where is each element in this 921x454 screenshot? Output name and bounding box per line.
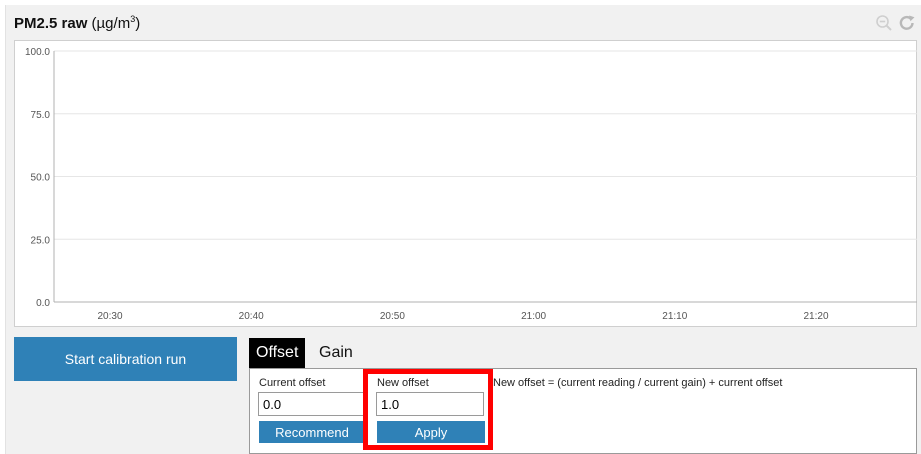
x-tick-label: 20:50 [380, 311, 405, 322]
zoom-out-icon[interactable] [875, 14, 893, 32]
start-calibration-button[interactable]: Start calibration run [14, 337, 237, 381]
chart-title: PM2.5 raw (µg/m3) [14, 14, 141, 33]
new-offset-input[interactable] [376, 392, 484, 416]
chart-area: 0.0 25.0 50.0 75.0 100.0 20:30 20:40 20:50 21:0… [14, 40, 917, 327]
x-tick-label: 21:00 [521, 311, 546, 322]
current-offset-input[interactable] [258, 392, 364, 416]
offset-panel: Current offset Recommend New offset Appl… [249, 368, 917, 454]
y-tick-label: 0.0 [36, 298, 50, 309]
y-tick-label: 25.0 [31, 235, 51, 246]
recommend-button[interactable]: Recommend [259, 421, 365, 443]
apply-button[interactable]: Apply [377, 421, 485, 443]
new-offset-label: New offset [377, 377, 429, 389]
offset-formula-text: New offset = (current reading / current … [493, 377, 783, 389]
y-tick-label: 50.0 [31, 173, 51, 184]
tab-gain[interactable]: Gain [312, 338, 360, 368]
x-tick-label: 21:10 [662, 311, 687, 322]
y-tick-label: 75.0 [31, 110, 51, 121]
pm25-chart: 0.0 25.0 50.0 75.0 100.0 20:30 20:40 20:50 21:0… [25, 47, 917, 322]
x-tick-label: 20:40 [239, 311, 264, 322]
y-tick-label: 100.0 [25, 47, 50, 58]
refresh-icon[interactable] [898, 14, 916, 32]
chart-title-unit: (µg/m3) [91, 14, 141, 33]
current-offset-label: Current offset [259, 377, 326, 389]
x-tick-label: 21:20 [803, 311, 828, 322]
x-tick-label: 20:30 [97, 311, 122, 322]
tab-offset[interactable]: Offset [249, 338, 306, 368]
chart-title-main: PM2.5 raw [14, 15, 88, 32]
